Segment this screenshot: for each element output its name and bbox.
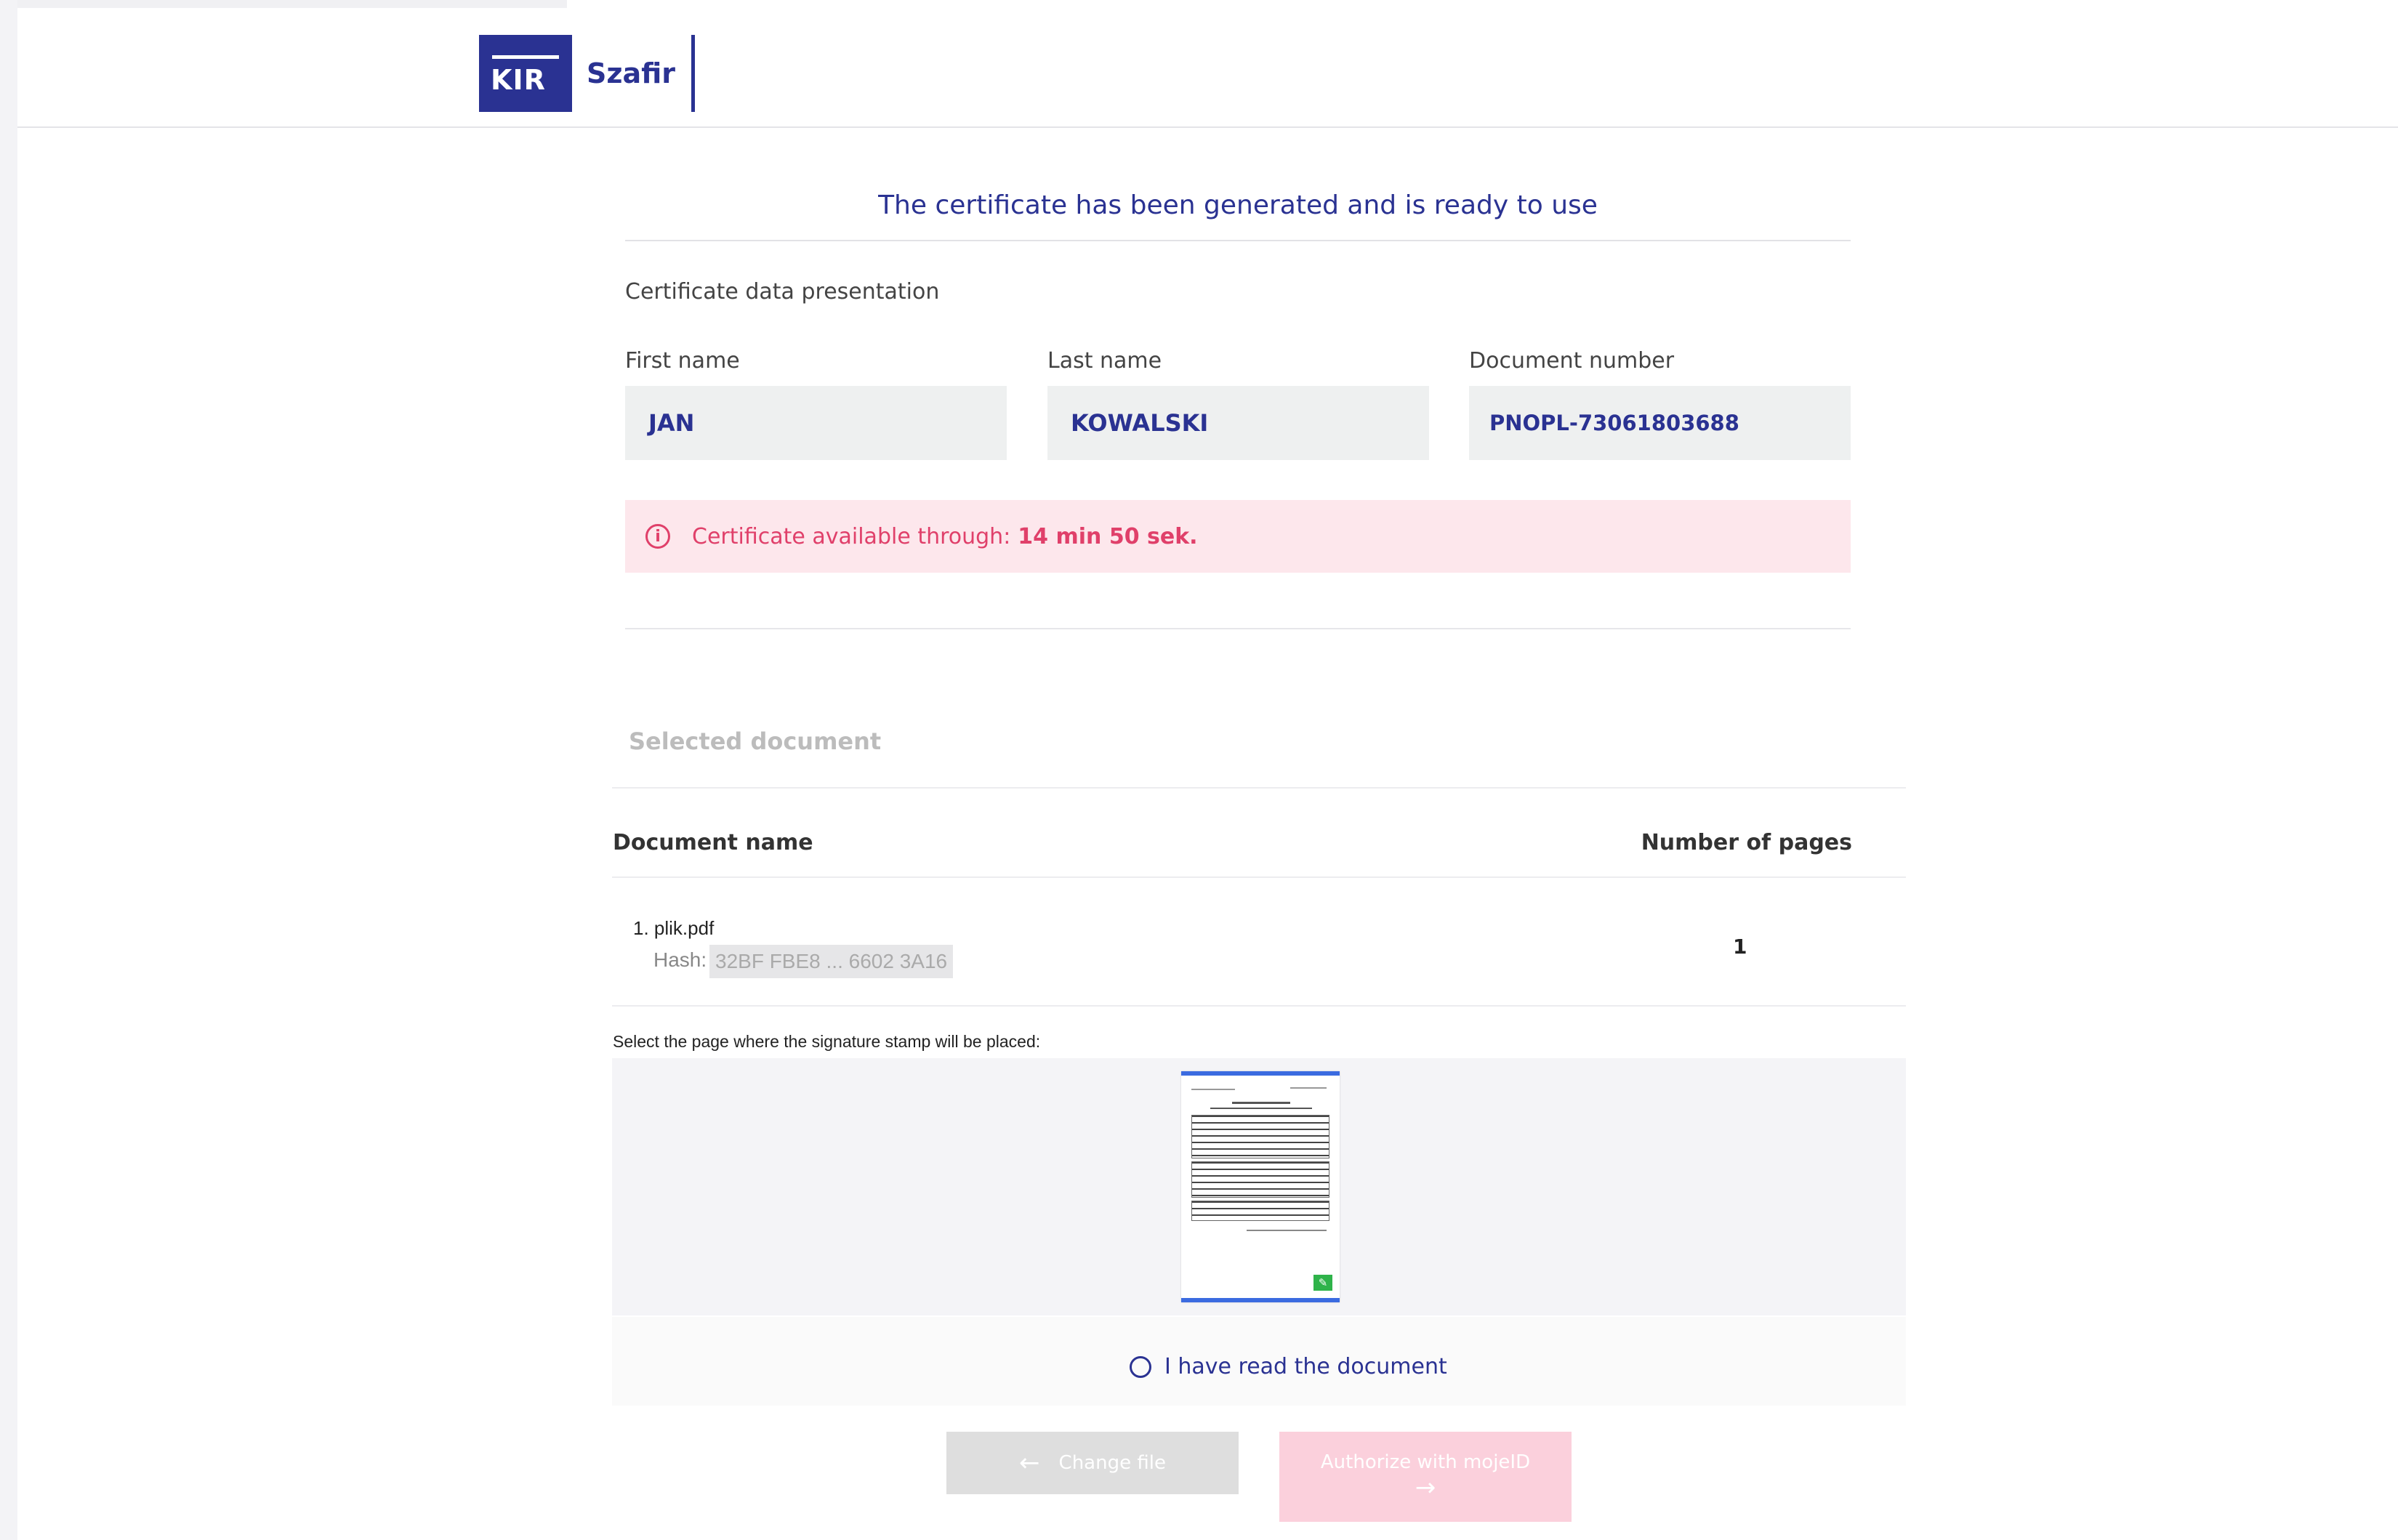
last-name-field: KOWALSKI [1047,386,1429,460]
document-hash-value: 32BF FBE8 ... 6602 3A16 [709,945,954,978]
header-divider [17,126,2398,128]
change-file-button[interactable]: ← Change file [946,1432,1239,1494]
authorize-label: Authorize with mojeID [1320,1451,1531,1473]
kir-logo-text: KIR [491,64,546,96]
notice-text: Certificate available through: [692,523,1011,549]
column-header-document-name: Document name [613,830,813,855]
table-header-divider [612,876,1906,878]
notice-countdown: 14 min 50 sek. [1018,523,1198,549]
table-bottom-divider [612,1005,1906,1007]
edit-pen-icon: ✎ [1313,1275,1332,1291]
document-number-field: PNOPL-73061803688 [1469,386,1851,460]
page-title: The certificate has been generated and i… [878,190,1598,220]
document-number-label: Document number [1469,348,1675,374]
read-document-radio[interactable] [1130,1356,1151,1378]
section-subtitle: Certificate data presentation [625,279,940,305]
left-edge [0,0,17,1540]
document-hash-label: Hash: [653,948,707,971]
certificate-expiry-notice: i Certificate available through: 14 min … [625,500,1851,573]
info-icon: i [645,524,670,549]
column-header-number-of-pages: Number of pages [1641,830,1852,855]
change-file-label: Change file [1058,1452,1166,1474]
page-thumbnail[interactable]: ✎ [1181,1071,1340,1302]
last-name-label: Last name [1047,348,1162,374]
first-name-field: JAN [625,386,1007,460]
document-page-count: 1 [1733,935,1747,959]
document-file-name: 1. plik.pdf [633,917,715,939]
title-divider [625,240,1851,241]
arrow-left-icon: ← [1019,1448,1040,1477]
top-strip [17,0,567,8]
first-name-label: First name [625,348,740,374]
authorize-mojeid-button[interactable]: Authorize with mojeID → [1279,1432,1572,1522]
logo: KIR Szafir [479,35,696,112]
kir-logo-mark: KIR [479,35,572,112]
logo-divider [691,35,696,112]
table-top-divider [612,787,1906,789]
section-divider [625,628,1851,629]
selected-document-heading: Selected document [629,727,882,755]
select-page-label: Select the page where the signature stam… [613,1032,1041,1051]
read-document-label[interactable]: I have read the document [1164,1354,1447,1379]
szafir-logo-text: Szafir [587,57,676,89]
arrow-right-icon: → [1415,1473,1436,1502]
